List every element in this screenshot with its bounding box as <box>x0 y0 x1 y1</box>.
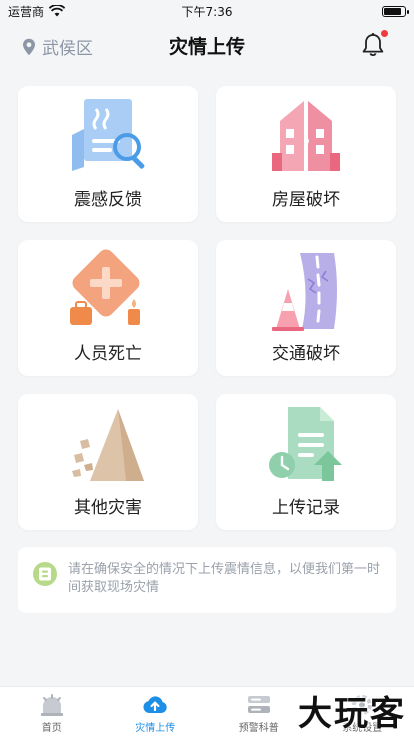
report-grid: 震感反馈 房屋破坏 人员死亡 交通破坏 其他灾害 上传记录 <box>18 86 396 530</box>
card-casualty[interactable]: 人员死亡 <box>18 240 198 376</box>
upload-cloud-icon <box>143 696 167 713</box>
info-icon <box>33 562 57 586</box>
location-label: 武侯区 <box>42 39 93 59</box>
card-label: 房屋破坏 <box>272 190 340 210</box>
battery-icon <box>382 5 409 17</box>
tab-home[interactable]: 首页 <box>7 693 97 734</box>
card-other-disaster[interactable]: 其他灾害 <box>18 394 198 530</box>
notification-dot <box>381 30 388 37</box>
tab-disaster-upload[interactable]: 灾情上传 <box>110 693 200 734</box>
tab-label: 灾情上传 <box>135 723 176 734</box>
road-damage-icon <box>272 253 337 331</box>
wifi-icon <box>49 5 66 17</box>
location-pin-icon <box>23 38 35 55</box>
card-label: 上传记录 <box>272 498 340 518</box>
header: 武侯区 灾情上传 <box>0 22 414 68</box>
battery-level <box>384 7 401 15</box>
carrier-label: 运营商 <box>8 4 45 19</box>
card-label: 震感反馈 <box>74 190 142 210</box>
status-bar: 运营商 下午7:36 <box>0 0 414 22</box>
upload-record-icon <box>269 407 342 481</box>
card-label: 人员死亡 <box>74 344 142 364</box>
book-icon <box>247 696 270 713</box>
tip-text: 请在确保安全的情况下上传震情信息，以便我们第一时间获取现场灾情 <box>68 562 381 595</box>
card-house-damage[interactable]: 房屋破坏 <box>216 86 396 222</box>
card-seismic-feedback[interactable]: 震感反馈 <box>18 86 198 222</box>
card-road-damage[interactable]: 交通破坏 <box>216 240 396 376</box>
landslide-icon <box>72 409 144 481</box>
home-icon <box>40 694 63 716</box>
tab-warning-science[interactable]: 预警科普 <box>214 693 304 734</box>
card-label: 交通破坏 <box>272 344 340 364</box>
page-title: 灾情上传 <box>168 35 245 58</box>
card-upload-records[interactable]: 上传记录 <box>216 394 396 530</box>
tab-label: 首页 <box>41 723 62 734</box>
seismic-report-icon <box>72 99 145 171</box>
notification-button[interactable] <box>360 30 388 58</box>
status-left: 运营商 <box>8 3 66 20</box>
house-damage-icon <box>272 101 340 171</box>
tab-label: 预警科普 <box>238 723 279 734</box>
watermark-logo: 大玩客 <box>298 694 406 734</box>
card-label: 其他灾害 <box>74 498 142 518</box>
location-selector[interactable]: 武侯区 <box>22 34 93 59</box>
safety-tip: 请在确保安全的情况下上传震情信息，以便我们第一时间获取现场灾情 <box>18 547 396 613</box>
casualty-icon <box>70 249 140 325</box>
